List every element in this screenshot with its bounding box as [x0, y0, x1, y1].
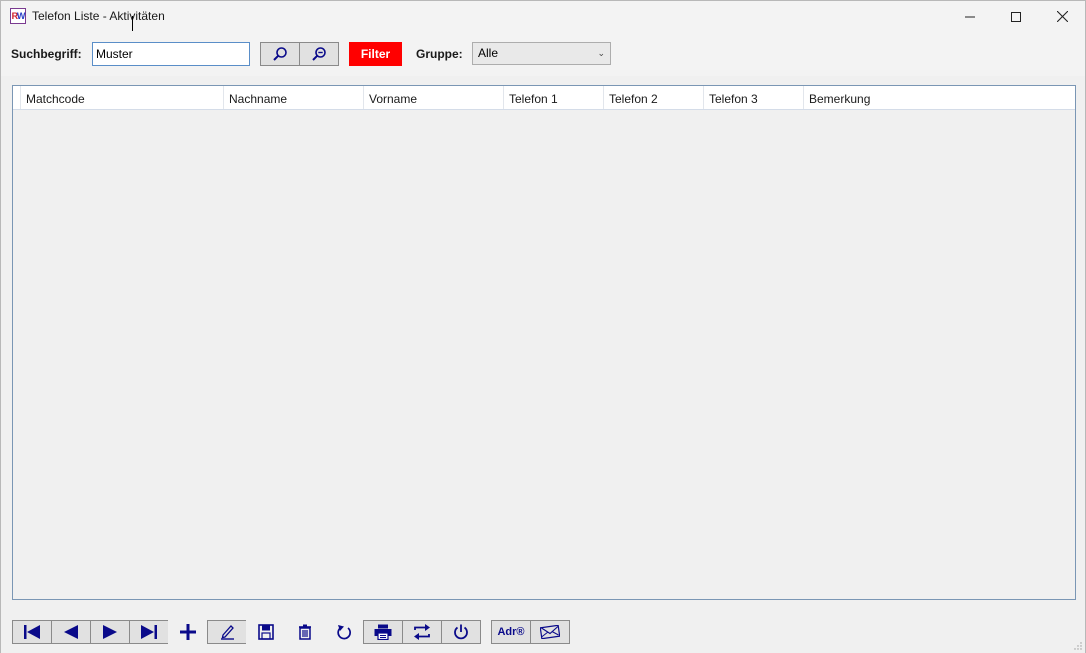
column-nachname[interactable]: Nachname	[224, 86, 364, 109]
mail-button[interactable]	[530, 620, 570, 644]
save-record-button[interactable]	[246, 620, 286, 644]
window-title: Telefon Liste - Aktivitäten	[32, 9, 165, 23]
search-icon	[273, 47, 287, 61]
previous-record-button[interactable]	[51, 620, 91, 644]
maximize-icon	[1011, 11, 1021, 22]
chevron-down-icon: ⌄	[597, 48, 605, 58]
minimize-button[interactable]	[947, 1, 993, 32]
next-record-button[interactable]	[90, 620, 130, 644]
maximize-button[interactable]	[993, 1, 1039, 32]
power-button[interactable]	[441, 620, 481, 644]
search-toolbar: Suchbegriff: Filter Gruppe: Alle ⌄	[1, 32, 1085, 76]
group-selected-value: Alle	[478, 46, 499, 60]
row-header-corner	[13, 86, 21, 109]
column-vorname[interactable]: Vorname	[364, 86, 504, 109]
mail-icon	[540, 625, 560, 639]
power-icon	[454, 624, 468, 640]
print-icon	[374, 624, 392, 640]
search-label: Suchbegriff:	[11, 47, 82, 61]
print-button[interactable]	[363, 620, 403, 644]
group-dropdown[interactable]: Alle ⌄	[472, 42, 611, 65]
navigation-bar: Adr®	[1, 610, 1085, 653]
add-record-button[interactable]	[168, 620, 208, 644]
zoom-out-icon	[312, 47, 326, 61]
app-window: RW Telefon Liste - Aktivitäten Suchbegri…	[0, 0, 1086, 653]
last-record-button[interactable]	[129, 620, 169, 644]
next-record-icon	[103, 625, 117, 639]
first-record-button[interactable]	[12, 620, 52, 644]
search-input[interactable]	[92, 42, 250, 66]
edit-icon	[221, 625, 234, 640]
app-logo-icon: RW	[10, 8, 26, 24]
group-label: Gruppe:	[416, 47, 463, 61]
grid-header: Matchcode Nachname Vorname Telefon 1 Tel…	[13, 86, 1075, 110]
column-telefon-1[interactable]: Telefon 1	[504, 86, 604, 109]
delete-record-button[interactable]	[285, 620, 325, 644]
add-icon	[180, 624, 196, 640]
search-button[interactable]	[260, 42, 300, 66]
swap-button[interactable]	[402, 620, 442, 644]
first-record-icon	[24, 625, 40, 639]
column-telefon-3[interactable]: Telefon 3	[704, 86, 804, 109]
undo-icon	[337, 625, 351, 640]
previous-record-icon	[64, 625, 78, 639]
resize-grip-icon[interactable]	[1074, 642, 1082, 650]
delete-icon	[299, 624, 311, 640]
column-matchcode[interactable]: Matchcode	[21, 86, 224, 109]
address-button[interactable]: Adr®	[491, 620, 531, 644]
filter-button[interactable]: Filter	[349, 42, 402, 66]
edit-record-button[interactable]	[207, 620, 247, 644]
close-button[interactable]	[1039, 1, 1085, 32]
save-icon	[258, 624, 274, 640]
last-record-icon	[141, 625, 157, 639]
clear-search-button[interactable]	[299, 42, 339, 66]
text-caret	[132, 16, 133, 31]
column-bemerkung[interactable]: Bemerkung	[804, 86, 1075, 109]
minimize-icon	[965, 16, 975, 17]
undo-button[interactable]	[324, 620, 364, 644]
column-telefon-2[interactable]: Telefon 2	[604, 86, 704, 109]
contacts-grid[interactable]: Matchcode Nachname Vorname Telefon 1 Tel…	[12, 85, 1076, 600]
address-icon: Adr®	[497, 626, 525, 638]
close-icon	[1056, 11, 1068, 22]
title-bar: RW Telefon Liste - Aktivitäten	[1, 1, 1085, 32]
swap-icon	[414, 624, 430, 640]
